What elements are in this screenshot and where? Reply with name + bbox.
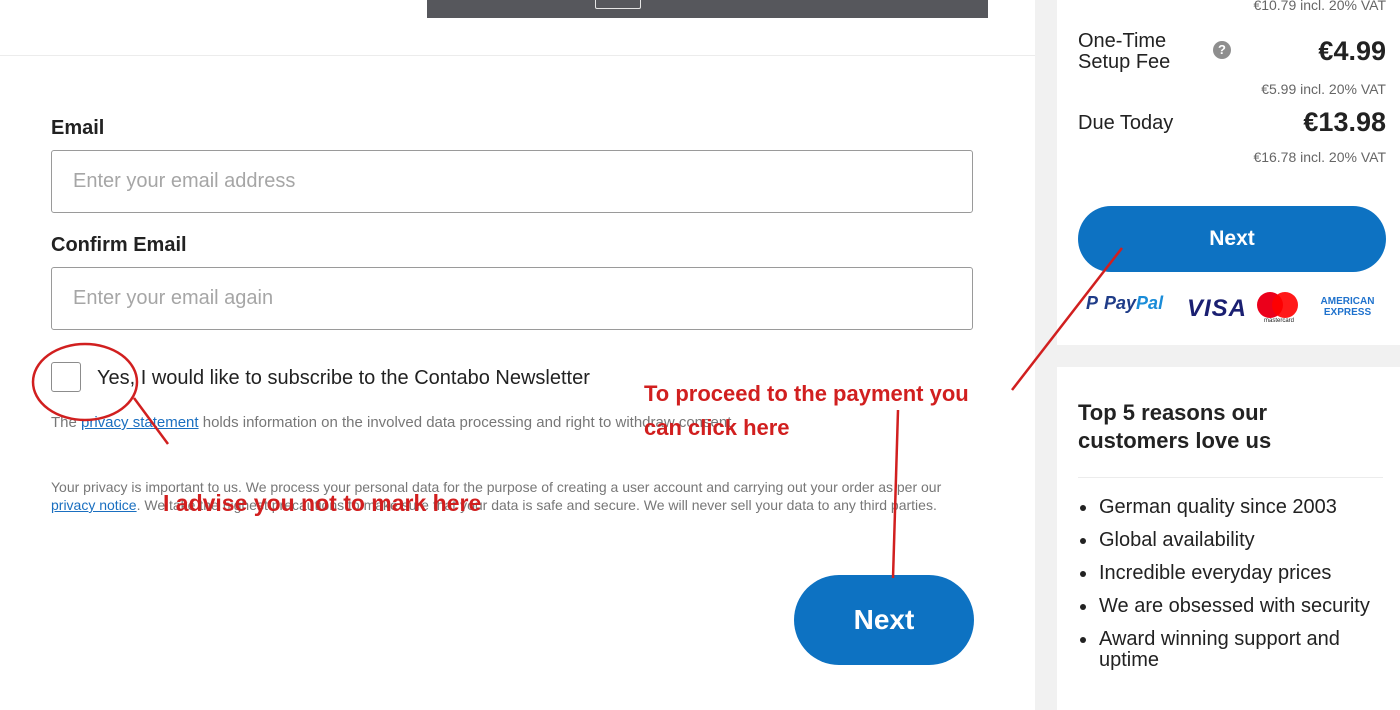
consent-text: The privacy statement holds information … (51, 414, 731, 431)
email-label: Email (51, 117, 105, 139)
mastercard-circle-orange (1272, 292, 1298, 318)
email-input[interactable] (51, 150, 973, 213)
reason-item: Global availability (1080, 530, 1389, 551)
reason-item: Award winning support and uptime (1080, 629, 1389, 671)
order-summary-card: €10.79 incl. 20% VAT One-Time Setup Fee … (1057, 0, 1400, 345)
paypal-text-a: Pay (1104, 293, 1137, 313)
amex-line-1: AMERICAN (1320, 296, 1375, 307)
newsletter-label[interactable]: Yes, I would like to subscribe to the Co… (97, 367, 590, 390)
reason-item: German quality since 2003 (1080, 497, 1389, 518)
price-vat-note: €10.79 incl. 20% VAT (1253, 0, 1386, 13)
paypal-icon: P (1086, 293, 1099, 313)
confirm-email-input[interactable] (51, 267, 973, 330)
newsletter-checkbox[interactable] (51, 362, 81, 392)
help-icon[interactable]: ? (1213, 41, 1231, 59)
setup-fee-vat: €5.99 incl. 20% VAT (1261, 81, 1386, 97)
mastercard-text: mastercard (1263, 318, 1294, 324)
annotation-payment-note-2: can click here (644, 415, 790, 440)
reasons-title: Top 5 reasons our customers love us (1078, 400, 1272, 453)
visa-logo: VISA (1187, 295, 1248, 322)
consent-prefix: The (51, 414, 82, 431)
sidebar-next-button[interactable]: Next (1078, 206, 1386, 272)
amex-line-2: EXPRESS (1323, 307, 1372, 318)
top-banner (427, 0, 988, 18)
setup-fee-label: One-Time Setup Fee (1078, 30, 1171, 73)
privacy-statement-link[interactable]: privacy statement (81, 414, 199, 431)
paypal-text-b: Pal (1136, 293, 1164, 313)
mastercard-logo: mastercard (1257, 292, 1301, 326)
annotation-payment-note-1: To proceed to the payment you (644, 381, 969, 406)
setup-fee-price: €4.99 (1318, 36, 1386, 66)
privacy-notice-link[interactable]: privacy notice (51, 497, 137, 513)
confirm-email-label: Confirm Email (51, 234, 187, 256)
divider (1078, 477, 1383, 478)
due-today-label: Due Today (1078, 112, 1174, 134)
due-today-vat: €16.78 incl. 20% VAT (1253, 149, 1386, 165)
reason-item: We are obsessed with security (1080, 596, 1389, 617)
reason-item: Incredible everyday prices (1080, 563, 1389, 584)
order-sidebar: €10.79 incl. 20% VAT One-Time Setup Fee … (1035, 0, 1400, 710)
divider (0, 55, 1035, 56)
amex-logo: AMERICAN EXPRESS (1315, 296, 1380, 318)
banner-button[interactable] (595, 0, 641, 9)
due-today-price: €13.98 (1303, 107, 1386, 137)
next-button[interactable]: Next (794, 575, 974, 665)
checkout-form-area: Email Confirm Email Yes, I would like to… (0, 0, 1035, 710)
reasons-list: German quality since 2003 Global availab… (1080, 497, 1389, 683)
annotation-checkbox-note: I advise you not to mark here (163, 490, 482, 516)
reasons-card: Top 5 reasons our customers love us Germ… (1057, 367, 1400, 710)
paypal-logo: P PayPal (1086, 293, 1163, 314)
